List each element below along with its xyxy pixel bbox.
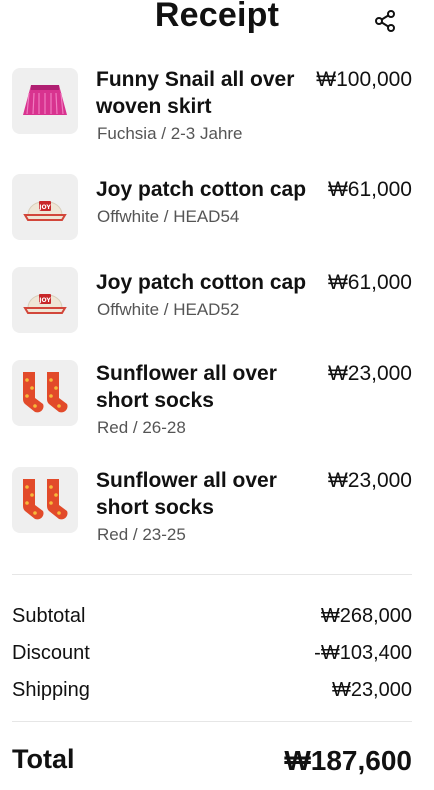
- item-variant: Red / 23-25: [97, 525, 186, 544]
- shipping-value: ₩23,000: [331, 679, 412, 701]
- item-name-line: woven skirt: [96, 95, 212, 118]
- item-name-line: short socks: [96, 496, 214, 519]
- share-button[interactable]: [370, 8, 400, 38]
- item-variant: Offwhite / HEAD52: [97, 300, 240, 319]
- page-title: Receipt: [154, 0, 280, 34]
- socks-icon: [23, 372, 68, 413]
- divider: [12, 574, 412, 575]
- header: Receipt: [0, 0, 434, 40]
- item-name-line: Sunflower all over: [96, 469, 277, 492]
- item-price: ₩61,000: [327, 271, 412, 294]
- socks-icon: [23, 479, 68, 520]
- item-variant: Offwhite / HEAD54: [97, 207, 240, 226]
- subtotal-value: ₩268,000: [320, 605, 412, 627]
- item-name-line: Funny Snail all over: [96, 68, 295, 91]
- total-value: ₩187,600: [284, 745, 412, 776]
- receipt-screen: Receipt Funny Snail all over woven skirt…: [0, 0, 434, 790]
- list-item[interactable]: JOY Joy patch cotton cap Offwhite / HEAD…: [0, 174, 434, 244]
- skirt-icon: [23, 85, 67, 115]
- item-variant: Fuchsia / 2-3 Jahre: [97, 124, 243, 143]
- discount-value: -₩103,400: [314, 642, 412, 664]
- item-variant: Red / 26-28: [97, 418, 186, 437]
- subtotal-label: Subtotal: [12, 605, 86, 627]
- svg-text:JOY: JOY: [38, 297, 51, 304]
- product-thumbnail: [12, 360, 78, 426]
- item-price: ₩23,000: [327, 362, 412, 385]
- shipping-label: Shipping: [12, 679, 90, 701]
- item-name-line: short socks: [96, 389, 214, 412]
- list-item[interactable]: Funny Snail all over woven skirt Fuchsia…: [0, 64, 434, 156]
- list-item[interactable]: Sunflower all over short socks Red / 26-…: [0, 360, 434, 446]
- product-thumbnail: [12, 68, 78, 134]
- discount-label: Discount: [12, 642, 90, 664]
- item-name: Joy patch cotton cap: [96, 269, 326, 296]
- svg-text:JOY: JOY: [38, 204, 51, 211]
- item-name: Sunflower all over short socks: [96, 360, 306, 414]
- shipping-row: Shipping ₩23,000: [12, 677, 412, 703]
- list-item[interactable]: JOY Joy patch cotton cap Offwhite / HEAD…: [0, 267, 434, 337]
- item-name-line: Sunflower all over: [96, 362, 277, 385]
- item-name-line: Joy patch cotton cap: [96, 271, 307, 294]
- product-thumbnail: [12, 467, 78, 533]
- cap-icon: JOY: [23, 294, 67, 314]
- share-icon: [373, 9, 397, 38]
- divider: [12, 721, 412, 722]
- product-thumbnail: JOY: [12, 267, 78, 333]
- total-label: Total: [12, 744, 75, 774]
- discount-row: Discount -₩103,400: [12, 640, 412, 666]
- item-name: Joy patch cotton cap: [96, 176, 326, 203]
- item-price: ₩61,000: [327, 178, 412, 201]
- item-price: ₩100,000: [316, 68, 412, 91]
- list-item[interactable]: Sunflower all over short socks Red / 23-…: [0, 467, 434, 553]
- item-name: Funny Snail all over woven skirt: [96, 66, 306, 120]
- item-name-line: Joy patch cotton cap: [96, 178, 307, 201]
- subtotal-row: Subtotal ₩268,000: [12, 603, 412, 629]
- item-price: ₩23,000: [327, 469, 412, 492]
- item-name: Sunflower all over short socks: [96, 467, 306, 521]
- product-thumbnail: JOY: [12, 174, 78, 240]
- cap-icon: JOY: [23, 201, 67, 221]
- total-row: Total ₩187,600: [12, 742, 412, 782]
